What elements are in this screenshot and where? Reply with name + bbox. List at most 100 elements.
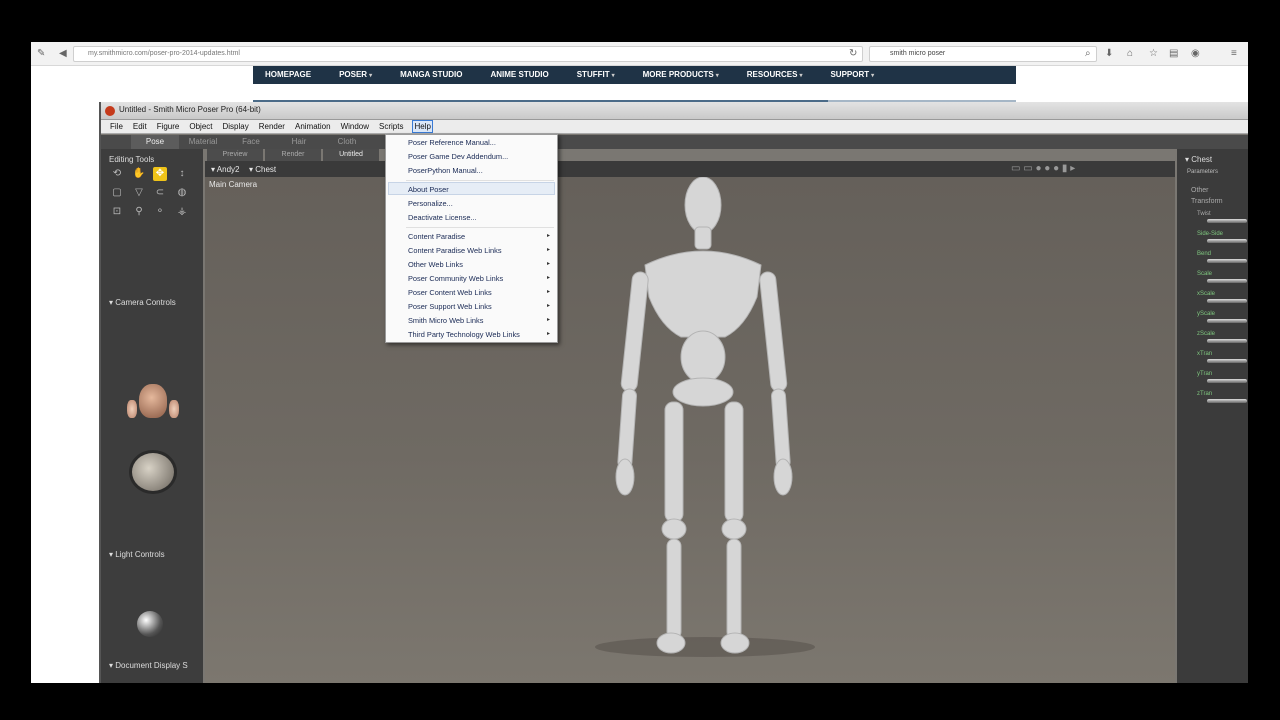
tab-hair[interactable]: Hair [275,135,323,149]
tab-parameters[interactable]: Parameters [1187,169,1218,175]
param-twist-slider[interactable] [1207,219,1247,223]
search-input[interactable]: smith micro poser [869,46,1097,62]
menu-window[interactable]: Window [340,120,370,133]
light-sphere-icon[interactable] [137,611,163,637]
nav-manga-studio[interactable]: MANGA STUDIO [400,66,462,84]
nav-more-products[interactable]: MORE PRODUCTS ▾ [643,66,719,84]
menu-item-python-manual[interactable]: PoserPython Manual... [408,166,483,175]
actor-selector[interactable]: ▾ Chest [249,165,276,174]
menu-item-content-paradise-links[interactable]: Content Paradise Web Links [408,246,502,255]
tab-material[interactable]: Material [179,135,227,149]
grouping-tool-icon[interactable]: ⊡ [110,205,124,219]
param-scale-slider[interactable] [1207,279,1247,283]
figure-selector[interactable]: ▾ Andy2 [211,165,239,174]
bookmark-icon[interactable]: ☆ [1149,46,1158,62]
reload-icon[interactable]: ↻ [849,46,857,62]
menu-file[interactable]: File [109,120,124,133]
twist-tool-icon[interactable]: ✋ [132,167,146,181]
camera-controls[interactable] [123,334,183,494]
translate-in-out-icon[interactable]: ↕ [175,167,189,181]
direct-manipulation-icon[interactable]: ⚶ [175,205,189,219]
morphing-tool-icon[interactable]: ⚬ [153,205,167,219]
menu-figure[interactable]: Figure [156,120,181,133]
tab-pose[interactable]: Pose [131,135,179,149]
menu-object[interactable]: Object [188,120,213,133]
site-navigation: HOMEPAGE POSER ▾ MANGA STUDIO ANIME STUDI… [253,66,1016,84]
nav-stuffit[interactable]: STUFFIT ▾ [577,66,615,84]
back-icon[interactable]: ◀ [59,46,67,62]
menu-item-about-poser[interactable]: About Poser [408,185,449,194]
right-hand-camera-icon[interactable] [169,400,179,418]
nav-support[interactable]: SUPPORT ▾ [830,66,874,84]
face-camera-icon[interactable] [139,384,167,418]
menu-item-reference-manual[interactable]: Poser Reference Manual... [408,138,496,147]
param-xscale-slider[interactable] [1207,299,1247,303]
tab-face[interactable]: Face [227,135,275,149]
menu-item-deactivate-license[interactable]: Deactivate License... [408,213,477,222]
param-ytran-slider[interactable] [1207,379,1247,383]
pin-icon[interactable]: ✎ [37,46,45,62]
scale-tool-icon[interactable]: ▢ [110,186,124,200]
nav-poser[interactable]: POSER ▾ [339,66,372,84]
param-side-side-slider[interactable] [1207,239,1247,243]
menu-item-content-paradise[interactable]: Content Paradise [408,232,465,241]
menu-item-personalize[interactable]: Personalize... [408,199,453,208]
nav-anime-studio[interactable]: ANIME STUDIO [490,66,548,84]
param-scale-label: Scale [1197,271,1213,277]
viewport-header: ▾ Andy2 ▾ Chest ▭ ▭ ● ● ● ▮ ▸ [205,161,1175,177]
download-icon[interactable]: ⬇ [1105,46,1113,62]
rotate-tool-icon[interactable]: ⟲ [110,167,124,181]
param-zscale-slider[interactable] [1207,339,1247,343]
param-xtran-slider[interactable] [1207,359,1247,363]
menu-scripts[interactable]: Scripts [378,120,404,133]
tab-cloth[interactable]: Cloth [323,135,371,149]
url-bar[interactable]: my.smithmicro.com/poser-pro-2014-updates… [73,46,863,62]
window-title: Untitled - Smith Micro Poser Pro (64-bit… [119,105,261,114]
menu-display[interactable]: Display [222,120,250,133]
menu-item-smith-micro-links[interactable]: Smith Micro Web Links [408,316,483,325]
tab-render[interactable]: Render [265,149,321,161]
url-text: my.smithmicro.com/poser-pro-2014-updates… [88,50,240,57]
3d-viewport[interactable]: Main Camera [205,177,1175,683]
taper-tool-icon[interactable]: ▽ [132,186,146,200]
menu-item-other-links[interactable]: Other Web Links [408,260,463,269]
history-icon[interactable]: ▤ [1169,46,1178,62]
color-tool-icon[interactable]: ◍ [175,186,189,200]
menu-item-game-dev-addendum[interactable]: Poser Game Dev Addendum... [408,152,508,161]
help-dropdown-menu: Poser Reference Manual... Poser Game Dev… [385,134,558,343]
submenu-arrow-icon: ▸ [546,261,550,267]
tab-untitled[interactable]: Untitled [323,149,379,161]
menu-animation[interactable]: Animation [294,120,332,133]
param-yscale-slider[interactable] [1207,319,1247,323]
trackball-icon[interactable] [129,450,177,494]
param-bend-slider[interactable] [1207,259,1247,263]
menu-edit[interactable]: Edit [132,120,148,133]
view-magnifier-icon[interactable]: ⚲ [132,205,146,219]
home-icon[interactable]: ⌂ [1127,46,1133,62]
chain-break-icon[interactable]: ⊂ [153,186,167,200]
browser-toolbar: ✎ ◀ my.smithmicro.com/poser-pro-2014-upd… [31,42,1248,66]
tab-preview[interactable]: Preview [207,149,263,161]
nav-resources[interactable]: RESOURCES ▾ [747,66,803,84]
group-other[interactable]: Other [1191,187,1209,194]
menu-item-community-links[interactable]: Poser Community Web Links [408,274,503,283]
search-icon[interactable]: ⌕ [1085,46,1091,62]
param-xscale-label: xScale [1197,291,1216,297]
menu-item-support-links[interactable]: Poser Support Web Links [408,302,492,311]
nav-homepage[interactable]: HOMEPAGE [265,66,311,84]
menu-icon[interactable]: ≡ [1231,46,1237,62]
translate-tool-icon[interactable]: ✥ [153,167,167,181]
group-transform[interactable]: Transform [1191,198,1223,205]
figure-render[interactable] [205,177,1175,683]
menu-separator [406,227,554,228]
addon-icon[interactable]: ◉ [1191,46,1200,62]
parameters-panel: ▾ Chest Parameters Other Transform Twist… [1177,149,1248,683]
param-ztran-slider[interactable] [1207,399,1247,403]
menu-render[interactable]: Render [258,120,286,133]
menu-help[interactable]: Help [412,120,433,133]
menu-item-third-party-links[interactable]: Third Party Technology Web Links [408,330,520,339]
display-style-icons[interactable]: ▭ ▭ ● ● ● ▮ ▸ [1011,163,1075,174]
menu-item-content-links[interactable]: Poser Content Web Links [408,288,492,297]
light-controls-text: Light Controls [115,550,165,559]
left-hand-camera-icon[interactable] [127,400,137,418]
